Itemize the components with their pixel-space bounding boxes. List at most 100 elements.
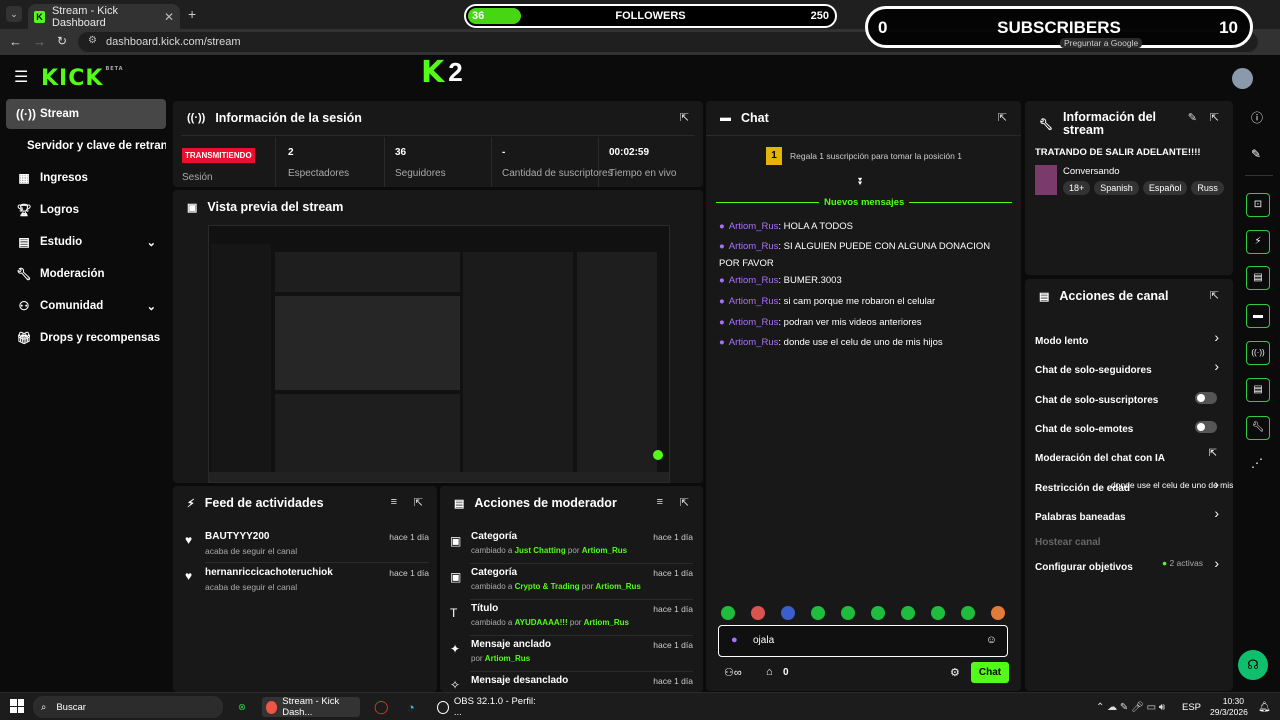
wrench-icon[interactable]: 🔧︎ <box>1246 416 1270 440</box>
settings-gear-icon[interactable]: ⚙ <box>950 666 960 679</box>
tray-icons[interactable]: ⌃ ☁ ✎ 🎤︎ ▭ 🔊︎ <box>1096 697 1165 717</box>
broadcast-icon[interactable]: ((·)) <box>1246 341 1270 365</box>
tag-chip[interactable]: Spanish <box>1094 181 1139 195</box>
channel-action-row[interactable]: Moderación del chat con IA ⇱ <box>1035 448 1233 464</box>
tag-chip[interactable]: 18+ <box>1063 181 1091 195</box>
popout-icon[interactable]: ⇱ <box>680 111 689 124</box>
chat-username[interactable]: Artiom_Rus <box>729 296 779 307</box>
community-icon[interactable]: ⚇∞ <box>724 666 742 679</box>
stat-value: 36 <box>395 147 407 158</box>
chat-send-button[interactable]: Chat <box>971 662 1009 683</box>
tab-list-button[interactable]: ⌄ <box>6 6 22 22</box>
user-avatar[interactable] <box>1232 68 1253 89</box>
ask-google-chip[interactable]: Preguntar a Google <box>1060 38 1143 48</box>
sidebar-item-moderation[interactable]: 🔧︎ Moderación <box>6 259 166 289</box>
channel-action-row[interactable]: Chat de solo-suscriptores <box>1035 390 1233 406</box>
gift-leaderboard[interactable]: 1 Regala 1 suscripción para tomar la pos… <box>766 147 962 165</box>
popout-icon[interactable]: ⇱ <box>414 496 423 509</box>
sidebar-item-drops[interactable]: 🎁︎ Drops y recompensas <box>6 323 166 353</box>
bolt-icon[interactable]: ⚡︎ <box>1246 230 1270 254</box>
emote-icon[interactable] <box>931 606 945 620</box>
site-info-icon[interactable]: ⚙ <box>88 35 97 46</box>
emote-icon[interactable] <box>991 606 1005 620</box>
sidebar-item-stream[interactable]: ((·)) Stream <box>6 99 166 129</box>
scan-icon[interactable]: ⊡ <box>1246 193 1270 217</box>
new-tab-button[interactable]: + <box>188 6 196 22</box>
modactions-title: Acciones de moderador <box>474 496 617 510</box>
windows-start-icon[interactable] <box>10 699 24 713</box>
stream-preview-video[interactable] <box>208 225 670 483</box>
emote-icon[interactable] <box>841 606 855 620</box>
toggle-switch[interactable] <box>1195 421 1217 433</box>
sidebar-item-studio[interactable]: ▤ Estudio ⌄ <box>6 227 166 257</box>
detail-user[interactable]: Artiom_Rus <box>584 618 629 627</box>
tag-chip[interactable]: Russ <box>1191 181 1224 195</box>
channel-action-row[interactable]: Modo lento › <box>1035 329 1233 347</box>
pin-down-icon[interactable]: ⏬︎ <box>858 177 863 188</box>
more-icon[interactable]: ⋰ <box>1251 456 1263 470</box>
chat-username[interactable]: Artiom_Rus <box>729 275 779 286</box>
info-icon[interactable]: ⓘ <box>1251 109 1263 126</box>
channel-action-row[interactable]: Configurar objetivos › ● 2 activas <box>1035 555 1233 573</box>
notification-bell-icon[interactable]: 🔔︎ <box>1258 697 1271 717</box>
taskbar-search[interactable]: ⌕ Buscar <box>33 696 223 718</box>
chat-username[interactable]: Artiom_Rus <box>729 337 779 348</box>
sidebar-item-community[interactable]: ⚇ Comunidad ⌄ <box>6 291 166 321</box>
chat-username[interactable]: Artiom_Rus <box>729 221 779 232</box>
menu-icon[interactable]: ☰ <box>14 67 28 87</box>
chat-username[interactable]: Artiom_Rus <box>729 317 779 328</box>
kick-logo[interactable]: KICK BETA <box>41 66 124 91</box>
popout-icon[interactable]: ⇱ <box>998 111 1007 124</box>
emote-icon[interactable] <box>751 606 765 620</box>
sidebar-item-revenue[interactable]: ▦ Ingresos <box>6 163 166 193</box>
help-button[interactable]: ☊ <box>1238 650 1268 680</box>
emote-icon[interactable] <box>721 606 735 620</box>
tag-chip[interactable]: Español <box>1142 181 1188 195</box>
opera-icon[interactable]: ◯ <box>374 697 389 717</box>
detail-user[interactable]: Artiom_Rus <box>596 582 641 591</box>
reload-icon[interactable]: ↻ <box>57 34 67 48</box>
toggle-switch[interactable] <box>1195 392 1217 404</box>
xbox-icon[interactable]: ⊗ <box>234 697 250 717</box>
emote-icon[interactable] <box>781 606 795 620</box>
emote-icon[interactable] <box>871 606 885 620</box>
clipboard-icon[interactable]: ▤ <box>1246 266 1270 290</box>
edit-icon[interactable]: ✎ <box>1188 111 1197 124</box>
close-tab-icon[interactable]: ✕ <box>164 10 174 24</box>
live-badge: TRANSMITIENDO <box>182 148 255 163</box>
popout-icon[interactable]: ⇱ <box>680 496 689 509</box>
filter-icon[interactable]: ≡ <box>657 496 663 508</box>
channel-action-label: Palabras baneadas <box>1035 512 1126 523</box>
emoji-icon[interactable]: ☺ <box>986 634 997 646</box>
points-icon[interactable]: ⌂ <box>766 666 773 678</box>
edge-icon[interactable]: ◔ <box>407 697 415 717</box>
browser-tab[interactable]: K Stream - Kick Dashboard ✕ <box>28 4 180 29</box>
activity-title: Feed de actividades <box>204 496 324 510</box>
emote-icon[interactable] <box>811 606 825 620</box>
sidebar-item-achievements[interactable]: 🏆︎ Logros <box>6 195 166 225</box>
chevron-down-icon: ⌄ <box>146 236 156 249</box>
chat-icon[interactable]: ▬ <box>1246 304 1270 328</box>
channel-action-row[interactable]: Chat de solo-seguidores › <box>1035 358 1233 376</box>
chat-input-box[interactable]: ● ojala ☺ <box>718 625 1008 657</box>
back-icon[interactable]: ← <box>9 34 22 49</box>
obs-taskbar-item[interactable]: OBS 32.1.0 - Perfil: ... <box>437 696 537 718</box>
emote-icon[interactable] <box>901 606 915 620</box>
filter-icon[interactable]: ≡ <box>391 496 397 508</box>
clock[interactable]: 10:30 29/3/2026 <box>1210 696 1248 718</box>
detail-user[interactable]: Artiom_Rus <box>582 546 627 555</box>
channel-action-row[interactable]: Chat de solo-emotes <box>1035 419 1233 435</box>
stat-value: - <box>502 147 506 158</box>
detail-user[interactable]: Artiom_Rus <box>485 654 530 663</box>
sidebar-item-server-key[interactable]: Servidor y clave de retransmisión <box>6 131 166 161</box>
forward-icon[interactable]: → <box>33 34 46 49</box>
emote-icon[interactable] <box>961 606 975 620</box>
channel-icon[interactable]: ▤ <box>1246 378 1270 402</box>
popout-icon[interactable]: ⇱ <box>1210 289 1219 302</box>
lang-indicator[interactable]: ESP <box>1182 697 1201 717</box>
chat-username[interactable]: Artiom_Rus <box>729 241 779 252</box>
edit-icon[interactable]: ✎ <box>1251 147 1261 161</box>
popout-icon[interactable]: ⇱ <box>1210 111 1219 124</box>
chrome-taskbar-item[interactable]: Stream - Kick Dash... <box>262 696 360 718</box>
channel-action-row[interactable]: Palabras baneadas › <box>1035 505 1233 523</box>
